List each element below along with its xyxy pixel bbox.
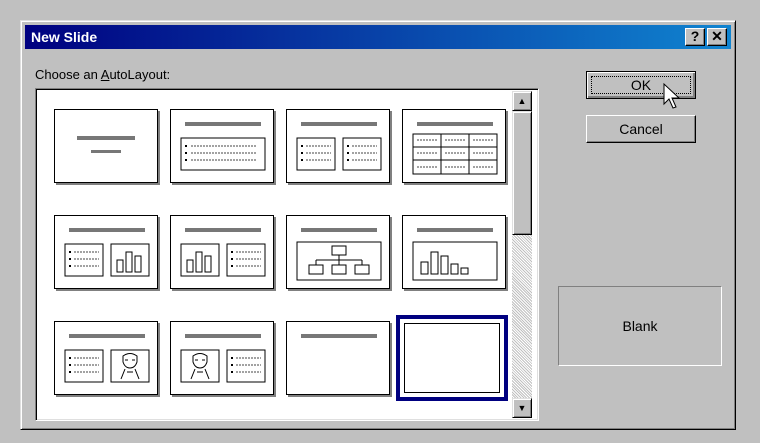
title-slide-thumbnail: [77, 136, 135, 153]
layout-chart[interactable]: [402, 215, 506, 289]
layout-preview: Blank: [558, 286, 722, 366]
new-slide-dialog: New Slide ? ✕ Choose an AutoLayout: ▲ ▼ …: [20, 20, 736, 430]
text-and-clip-art-thumbnail: [64, 334, 150, 383]
layout-text-and-clip-art[interactable]: [54, 321, 158, 395]
layout-blank[interactable]: [396, 315, 508, 401]
layout-table[interactable]: [402, 109, 506, 183]
chart-thumbnail: [412, 228, 498, 281]
label-text: Choose an: [35, 67, 101, 82]
close-button[interactable]: ✕: [707, 28, 727, 46]
help-icon: ?: [690, 28, 700, 44]
layout-title-slide[interactable]: [54, 109, 158, 183]
preview-label: Blank: [622, 318, 658, 334]
layout-text-and-chart[interactable]: [54, 215, 158, 289]
text-and-chart-thumbnail: [64, 228, 150, 277]
clip-art-and-text-thumbnail: [180, 334, 266, 383]
autolayout-list[interactable]: ▲ ▼: [35, 88, 539, 421]
layout-two-column-text[interactable]: [286, 109, 390, 183]
layout-title-only[interactable]: [286, 321, 390, 395]
scroll-up-icon: ▲: [517, 96, 527, 106]
vertical-scrollbar[interactable]: ▲ ▼: [512, 91, 532, 418]
scroll-down-icon: ▼: [517, 403, 527, 413]
mouse-pointer-icon: [663, 82, 681, 109]
scroll-thumb[interactable]: [512, 111, 532, 235]
bulleted-list-thumbnail: [180, 122, 266, 171]
close-icon: ✕: [711, 28, 723, 44]
layout-organization-chart[interactable]: [286, 215, 390, 289]
cancel-label: Cancel: [619, 121, 663, 137]
layout-bulleted-list[interactable]: [170, 109, 274, 183]
two-column-text-thumbnail: [296, 122, 382, 171]
layout-chart-and-text[interactable]: [170, 215, 274, 289]
choose-autolayout-label: Choose an AutoLayout:: [35, 67, 170, 82]
title-only-thumbnail: [301, 334, 377, 338]
scroll-down-button[interactable]: ▼: [512, 398, 532, 418]
help-button[interactable]: ?: [685, 28, 705, 46]
scroll-up-button[interactable]: ▲: [512, 91, 532, 111]
cancel-button[interactable]: Cancel: [586, 115, 696, 143]
layout-clip-art-and-text[interactable]: [170, 321, 274, 395]
dialog-title: New Slide: [31, 29, 98, 45]
label-text-rest: utoLayout:: [109, 67, 171, 82]
organization-chart-thumbnail: [296, 228, 382, 281]
table-thumbnail: [412, 122, 498, 175]
blank-thumbnail: [404, 323, 500, 393]
title-bar: New Slide ? ✕: [25, 25, 731, 49]
chart-and-text-thumbnail: [180, 228, 266, 277]
